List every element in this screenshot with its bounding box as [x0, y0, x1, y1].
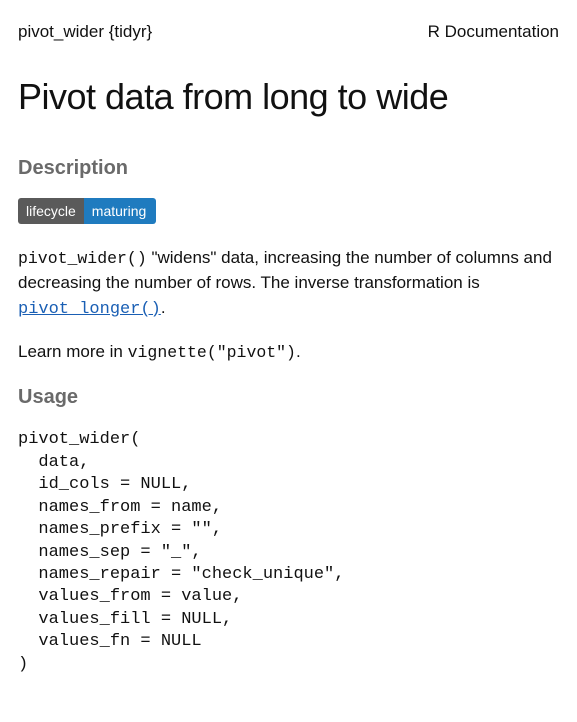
- doc-header: pivot_wider {tidyr} R Documentation: [18, 20, 559, 44]
- badge-value: maturing: [84, 198, 156, 224]
- description-paragraph-1: pivot_wider() "widens" data, increasing …: [18, 246, 559, 322]
- inline-code-vignette: vignette("pivot"): [128, 343, 296, 362]
- inline-code-pivot-wider: pivot_wider(): [18, 249, 147, 268]
- pivot-longer-link[interactable]: pivot_longer(): [18, 300, 161, 319]
- badge-key: lifecycle: [18, 198, 84, 224]
- learn-more-pre: Learn more in: [18, 342, 128, 361]
- doc-type-label: R Documentation: [428, 20, 559, 44]
- lifecycle-badge: lifecycle maturing: [18, 198, 156, 224]
- learn-more-post: .: [296, 342, 301, 361]
- usage-code-block: pivot_wider( data, id_cols = NULL, names…: [18, 429, 559, 676]
- description-heading: Description: [18, 154, 559, 182]
- usage-heading: Usage: [18, 383, 559, 411]
- description-text-2: .: [161, 298, 166, 317]
- function-package-label: pivot_wider {tidyr}: [18, 20, 152, 44]
- description-paragraph-2: Learn more in vignette("pivot").: [18, 340, 559, 365]
- page-title: Pivot data from long to wide: [18, 72, 559, 122]
